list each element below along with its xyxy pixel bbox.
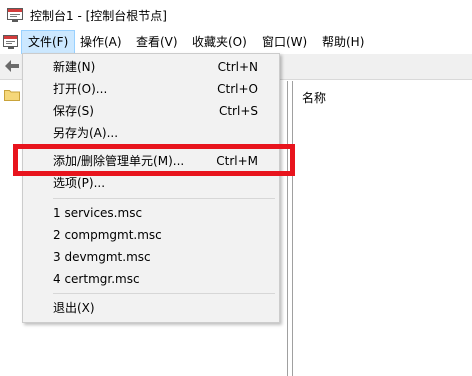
menu-view[interactable]: 查看(V) xyxy=(130,30,184,54)
highlight-annotation-box xyxy=(13,144,295,176)
result-pane[interactable] xyxy=(292,81,472,376)
menu-file[interactable]: 文件(F) xyxy=(21,30,76,54)
menu-item-new[interactable]: 新建(N) Ctrl+N xyxy=(23,56,279,78)
title-bar: 控制台1 - [控制台根节点] xyxy=(0,0,472,30)
menu-action[interactable]: 操作(A) xyxy=(74,30,128,54)
menu-separator xyxy=(53,293,275,294)
system-menu-icon[interactable] xyxy=(2,33,20,51)
menu-item-recent-2[interactable]: 2 compmgmt.msc xyxy=(23,224,279,246)
menu-item-recent-4[interactable]: 4 certmgr.msc xyxy=(23,268,279,290)
back-arrow-icon[interactable] xyxy=(4,59,20,73)
menu-item-save-as[interactable]: 另存为(A)... xyxy=(23,122,279,144)
menu-item-recent-1[interactable]: 1 services.msc xyxy=(23,202,279,224)
name-column-header[interactable]: 名称 xyxy=(302,89,326,106)
menu-favorites[interactable]: 收藏夹(O) xyxy=(186,30,253,54)
menu-item-save[interactable]: 保存(S) Ctrl+S xyxy=(23,100,279,122)
menu-help[interactable]: 帮助(H) xyxy=(316,30,370,54)
window-title: 控制台1 - [控制台根节点] xyxy=(30,9,167,23)
menu-item-recent-3[interactable]: 3 devmgmt.msc xyxy=(23,246,279,268)
file-menu-dropdown: 新建(N) Ctrl+N 打开(O)... Ctrl+O 保存(S) Ctrl+… xyxy=(22,53,280,323)
menu-separator xyxy=(53,198,275,199)
menu-item-exit[interactable]: 退出(X) xyxy=(23,297,279,319)
menu-item-open[interactable]: 打开(O)... Ctrl+O xyxy=(23,78,279,100)
folder-icon[interactable] xyxy=(4,88,20,101)
menu-window[interactable]: 窗口(W) xyxy=(256,30,313,54)
console-app-icon xyxy=(7,8,23,22)
